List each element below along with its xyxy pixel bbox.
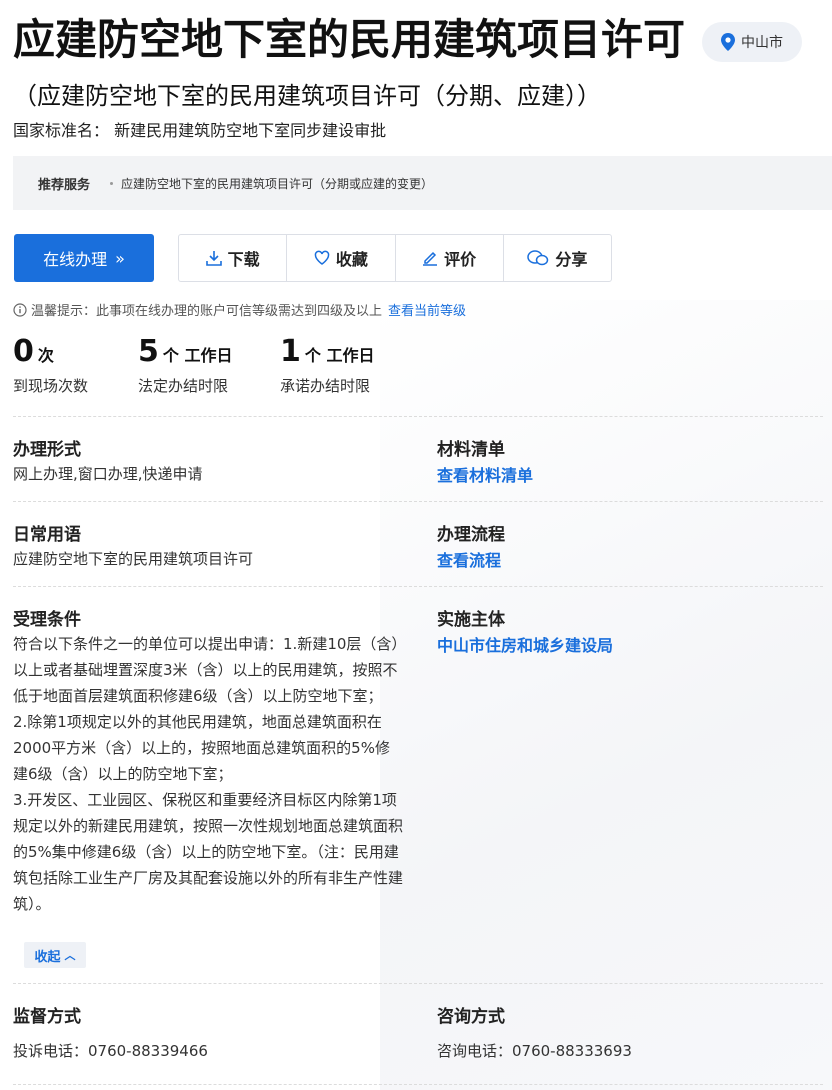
stat-visits: 0次 到现场次数 xyxy=(13,334,88,396)
page-title: 应建防空地下室的民用建筑项目许可 xyxy=(13,15,686,64)
stat-value: 5 xyxy=(138,334,159,369)
city-label: 中山市 xyxy=(741,35,783,51)
pencil-icon xyxy=(423,251,438,266)
online-apply-button[interactable]: 在线办理 » xyxy=(14,234,154,282)
favorite-button[interactable]: 收藏 xyxy=(287,235,396,281)
divider xyxy=(13,1084,823,1085)
divider xyxy=(13,983,823,984)
download-button[interactable]: 下载 xyxy=(179,235,288,281)
location-pin-icon xyxy=(721,33,735,51)
materials-label: 材料清单 xyxy=(437,440,505,460)
standard-name: 国家标准名： 新建民用建筑防空地下室同步建设审批 xyxy=(13,121,387,140)
recommend-services-bar: 推荐服务 应建防空地下室的民用建筑项目许可（分期或应建的变更） xyxy=(13,156,832,210)
process-label: 办理流程 xyxy=(437,525,505,545)
entity-label: 实施主体 xyxy=(437,610,505,630)
consult-value: 咨询电话：0760-88333693 xyxy=(437,1042,632,1060)
heart-icon xyxy=(314,250,330,265)
conditions-label: 受理条件 xyxy=(13,610,81,630)
share-button[interactable]: 分享 xyxy=(504,235,611,281)
common-term-value: 应建防空地下室的民用建筑项目许可 xyxy=(13,550,254,568)
recommend-label: 推荐服务 xyxy=(38,177,91,193)
bullet-icon xyxy=(110,181,114,185)
page-subtitle: （应建防空地下室的民用建筑项目许可（分期、应建）） xyxy=(13,82,601,110)
double-chevron-right-icon: » xyxy=(115,248,125,268)
collapse-label: 收起 xyxy=(34,949,61,965)
stat-legal-limit: 5个 工作日 法定办结时限 xyxy=(138,334,232,396)
supervision-value: 投诉电话：0760-88339466 xyxy=(13,1042,208,1060)
favorite-label: 收藏 xyxy=(335,250,368,269)
stat-label: 承诺办结时限 xyxy=(280,377,371,395)
recommend-item[interactable]: 应建防空地下室的民用建筑项目许可（分期或应建的变更） xyxy=(121,175,433,192)
city-badge[interactable]: 中山市 xyxy=(702,22,802,62)
stat-label: 法定办结时限 xyxy=(138,377,229,395)
condition-item: 2.除第1项规定以外的其他民用建筑，地面总建筑面积在2000平方米（含）以上的，… xyxy=(13,713,390,783)
supervision-label: 监督方式 xyxy=(13,1007,81,1027)
stat-promised-limit: 1个 工作日 承诺办结时限 xyxy=(280,334,374,396)
form-value: 网上办理,窗口办理,快递申请 xyxy=(13,465,203,483)
stat-unit: 个 工作日 xyxy=(162,346,233,365)
common-term-label: 日常用语 xyxy=(13,525,81,545)
stat-value: 0 xyxy=(13,334,34,369)
stat-unit: 次 xyxy=(37,346,54,365)
share-label: 分享 xyxy=(555,250,588,269)
wechat-icon xyxy=(527,250,549,266)
stat-value: 1 xyxy=(280,334,301,369)
conditions-text: 符合以下条件之一的单位可以提出申请：1.新建10层（含）以上或者基础埋置深度3米… xyxy=(13,631,403,917)
action-toolbar: 下载 收藏 评价 分享 xyxy=(178,234,612,282)
entity-link[interactable]: 中山市住房和城乡建设局 xyxy=(437,632,613,656)
process-link[interactable]: 查看流程 xyxy=(437,547,501,571)
materials-link[interactable]: 查看材料清单 xyxy=(437,462,533,486)
review-button[interactable]: 评价 xyxy=(396,235,504,281)
tip-text: 温馨提示：此事项在线办理的账户可信等级需达到四级及以上 xyxy=(31,304,383,319)
view-level-link[interactable]: 查看当前等级 xyxy=(388,300,466,319)
consult-label: 咨询方式 xyxy=(437,1007,505,1027)
tip-notice: 温馨提示：此事项在线办理的账户可信等级需达到四级及以上 查看当前等级 xyxy=(13,300,466,319)
stat-label: 到现场次数 xyxy=(13,377,89,395)
condition-item: 3.开发区、工业园区、保税区和重要经济目标区内除第1项规定以外的新建民用建筑，按… xyxy=(13,791,404,913)
chevron-up-icon: ︿ xyxy=(64,949,76,962)
download-label: 下载 xyxy=(227,250,260,269)
divider xyxy=(13,501,823,502)
collapse-button[interactable]: 收起 ︿ xyxy=(24,942,86,968)
stat-unit: 个 工作日 xyxy=(304,346,375,365)
info-icon xyxy=(13,302,27,317)
online-apply-label: 在线办理 xyxy=(43,250,108,269)
condition-item: 符合以下条件之一的单位可以提出申请：1.新建10层（含）以上或者基础埋置深度3米… xyxy=(13,635,399,705)
review-label: 评价 xyxy=(444,250,477,269)
download-icon xyxy=(205,251,222,266)
divider xyxy=(13,416,823,417)
service-detail-page: 应建防空地下室的民用建筑项目许可 中山市 （应建防空地下室的民用建筑项目许可（分… xyxy=(0,0,832,1090)
form-label: 办理形式 xyxy=(13,440,81,460)
divider xyxy=(13,586,823,587)
